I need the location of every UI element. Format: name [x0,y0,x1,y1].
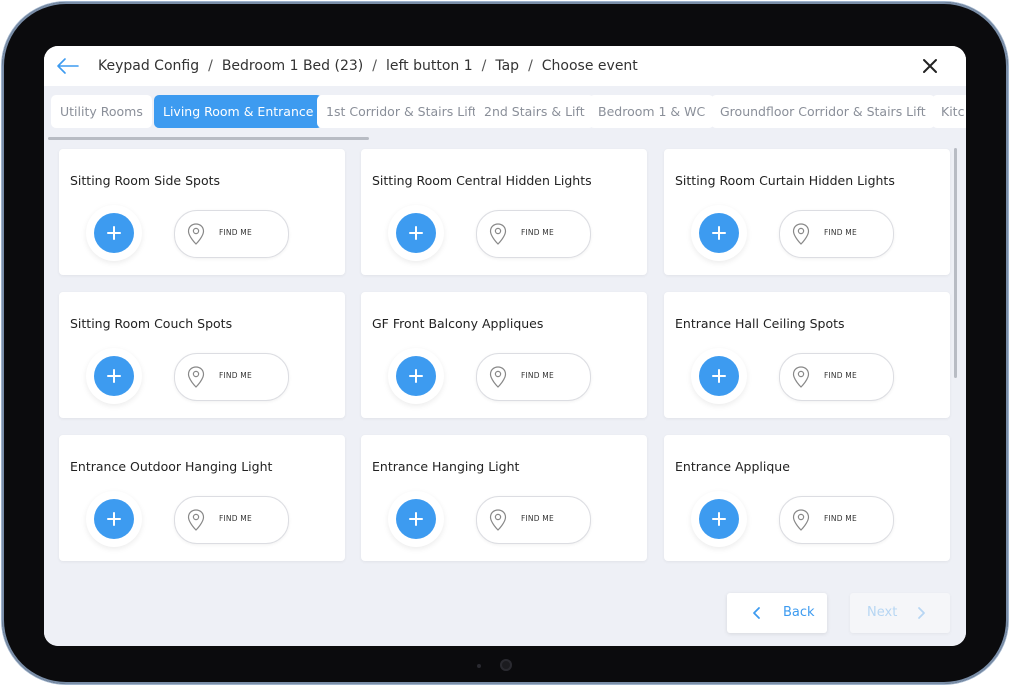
footer-bar: Back Next [44,580,966,646]
camera [500,659,512,671]
sensor-dot [477,664,481,668]
find-me-button[interactable]: FIND ME [779,210,894,258]
find-me-button[interactable]: FIND ME [174,353,289,401]
add-button-ring [691,348,747,404]
plus-icon[interactable] [699,499,739,539]
map-pin-icon [489,366,507,388]
plus-icon[interactable] [396,356,436,396]
find-me-button[interactable]: FIND ME [476,353,591,401]
add-button-ring [86,205,142,261]
breadcrumb: Keypad Config / Bedroom 1 Bed (23) / lef… [98,46,638,86]
tab-1st-corridor-stairs-lift[interactable]: 1st Corridor & Stairs Lift [317,95,486,128]
next-button[interactable]: Next [850,593,950,633]
card-title: Entrance Applique [675,459,790,474]
breadcrumb-item[interactable]: Tap [495,58,519,74]
add-button-ring [388,348,444,404]
back-button[interactable]: Back [727,593,827,633]
plus-icon[interactable] [94,213,134,253]
light-card: Entrance Applique FIND ME [664,435,950,561]
find-me-label: FIND ME [521,228,554,237]
find-me-label: FIND ME [219,514,252,523]
find-me-button[interactable]: FIND ME [476,496,591,544]
card-title: Sitting Room Central Hidden Lights [372,173,592,188]
plus-icon[interactable] [396,213,436,253]
add-button-ring [691,491,747,547]
lights-grid: Sitting Room Side Spots FIND ME Sitting … [44,144,966,580]
card-title: Entrance Hall Ceiling Spots [675,316,845,331]
light-card: Sitting Room Side Spots FIND ME [59,149,345,275]
map-pin-icon [792,366,810,388]
breadcrumb-item[interactable]: Keypad Config [98,58,199,74]
find-me-label: FIND ME [219,228,252,237]
plus-icon[interactable] [396,499,436,539]
light-card: Sitting Room Couch Spots FIND ME [59,292,345,418]
light-card: GF Front Balcony Appliques FIND ME [361,292,647,418]
tab-bedroom-1-wc[interactable]: Bedroom 1 & WC [589,95,715,128]
app-screen: Keypad Config / Bedroom 1 Bed (23) / lef… [44,46,966,646]
card-title: Sitting Room Couch Spots [70,316,233,331]
arrow-left-icon[interactable] [56,56,80,76]
find-me-button[interactable]: FIND ME [476,210,591,258]
map-pin-icon [792,223,810,245]
plus-icon[interactable] [699,356,739,396]
add-button-ring [388,205,444,261]
tabs-scrollbar[interactable] [48,137,369,140]
card-title: Sitting Room Side Spots [70,173,221,188]
breadcrumb-separator: / [481,58,487,74]
find-me-label: FIND ME [824,228,857,237]
find-me-button[interactable]: FIND ME [174,496,289,544]
card-title: Sitting Room Curtain Hidden Lights [675,173,895,188]
breadcrumb-current: Choose event [541,58,638,74]
light-card: Entrance Hanging Light FIND ME [361,435,647,561]
breadcrumb-item[interactable]: left button 1 [386,58,473,74]
add-button-ring [691,205,747,261]
plus-icon[interactable] [94,356,134,396]
grid-scrollbar[interactable] [954,148,957,378]
plus-icon[interactable] [699,213,739,253]
chevron-left-icon [753,607,760,619]
room-tabs: Utility Rooms Living Room & Entrance 1st… [44,86,966,144]
find-me-button[interactable]: FIND ME [174,210,289,258]
tab-2nd-stairs-lift[interactable]: 2nd Stairs & Lift [475,95,594,128]
map-pin-icon [187,366,205,388]
chevron-right-icon [918,607,925,619]
header-bar: Keypad Config / Bedroom 1 Bed (23) / lef… [44,46,966,86]
find-me-label: FIND ME [219,371,252,380]
find-me-label: FIND ME [521,371,554,380]
tab-utility-rooms[interactable]: Utility Rooms [51,95,152,128]
add-button-ring [86,348,142,404]
tab-groundfloor-corridor-stairs-lift[interactable]: Groundfloor Corridor & Stairs Lift [711,95,935,128]
breadcrumb-separator: / [208,58,213,74]
find-me-button[interactable]: FIND ME [779,353,894,401]
card-title: GF Front Balcony Appliques [372,316,544,331]
tab-kitchen[interactable]: Kitc [932,95,966,128]
card-title: Entrance Hanging Light [372,459,520,474]
plus-icon[interactable] [94,499,134,539]
light-card: Sitting Room Central Hidden Lights FIND … [361,149,647,275]
find-me-button[interactable]: FIND ME [779,496,894,544]
next-button-label: Next [867,605,898,620]
breadcrumb-item[interactable]: Bedroom 1 Bed (23) [222,58,363,74]
breadcrumb-separator: / [528,58,533,74]
map-pin-icon [187,223,205,245]
breadcrumb-separator: / [372,58,377,74]
light-card: Entrance Hall Ceiling Spots FIND ME [664,292,950,418]
find-me-label: FIND ME [824,514,857,523]
card-title: Entrance Outdoor Hanging Light [70,459,273,474]
map-pin-icon [489,509,507,531]
back-button-label: Back [783,605,815,620]
map-pin-icon [187,509,205,531]
close-icon[interactable] [920,56,940,76]
find-me-label: FIND ME [824,371,857,380]
add-button-ring [388,491,444,547]
light-card: Sitting Room Curtain Hidden Lights FIND … [664,149,950,275]
find-me-label: FIND ME [521,514,554,523]
add-button-ring [86,491,142,547]
tab-living-room-entrance[interactable]: Living Room & Entrance [154,95,323,128]
map-pin-icon [792,509,810,531]
light-card: Entrance Outdoor Hanging Light FIND ME [59,435,345,561]
map-pin-icon [489,223,507,245]
